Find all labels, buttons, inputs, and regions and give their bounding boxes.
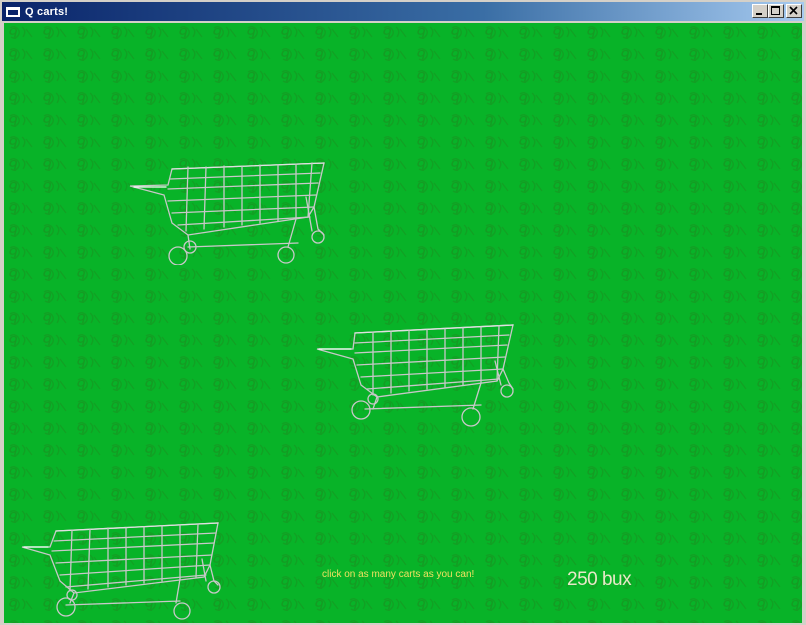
maximize-button[interactable] <box>768 4 784 18</box>
shopping-cart-icon[interactable] <box>20 521 222 623</box>
maximize-icon <box>771 6 780 15</box>
app-window-icon[interactable] <box>6 6 20 17</box>
instruction-text: click on as many carts as you can! <box>322 569 475 580</box>
game-window: Q carts! ᕴ <box>0 0 806 625</box>
shopping-cart-icon[interactable] <box>128 157 330 265</box>
minimize-icon <box>756 13 762 15</box>
close-button[interactable] <box>786 4 802 18</box>
title-bar[interactable]: Q carts! <box>2 2 804 21</box>
close-icon <box>789 6 798 15</box>
score-display: 250 bux <box>567 569 632 590</box>
window-controls <box>752 4 802 18</box>
minimize-button[interactable] <box>752 4 768 18</box>
game-canvas[interactable]: ᕴ <box>4 23 802 623</box>
window-title: Q carts! <box>25 5 69 18</box>
shopping-cart-icon[interactable] <box>315 323 517 431</box>
